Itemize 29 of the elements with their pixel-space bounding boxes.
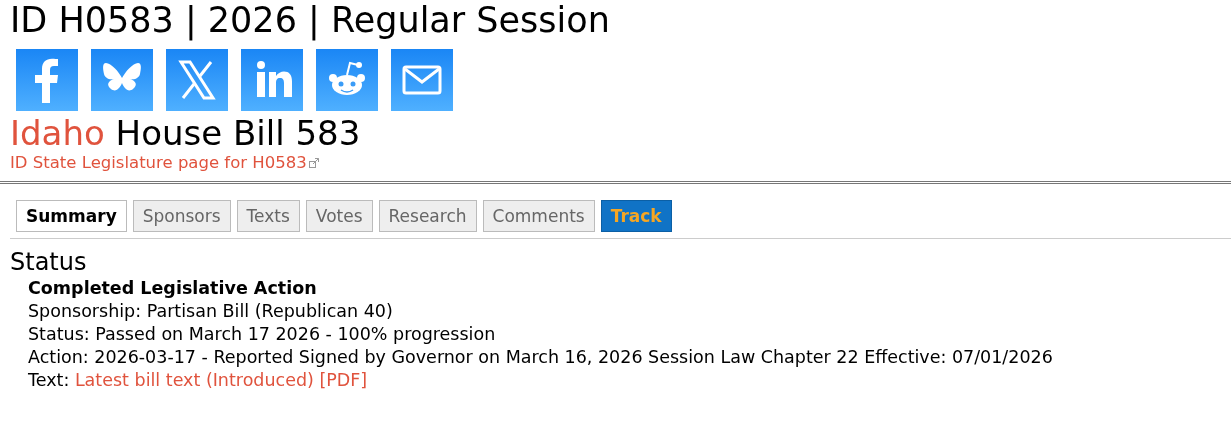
section-heading: Status (10, 247, 88, 277)
envelope-icon (402, 65, 442, 95)
text-label: Text: (28, 370, 70, 390)
butterfly-icon (103, 63, 141, 91)
share-button[interactable] (316, 49, 378, 111)
tab[interactable]: Sponsors (132, 200, 231, 232)
legislature-link[interactable]: ID State Legislature page for H0583 (10, 153, 307, 173)
tab[interactable]: Summary (16, 200, 127, 232)
status-line: Action: 2026-03-17 - Reported Signed by Governor on March 16, 2026 Session Law Chapter 22 Effective: 07/01/2026 (28, 346, 1054, 369)
status-line: Sponsorship: Partisan Bill (Republican 40) (28, 300, 394, 323)
tab[interactable]: Research (378, 200, 477, 232)
status-line: Status: Passed on March 17 2026 - 100% progression (28, 323, 497, 346)
share-button[interactable] (16, 49, 78, 111)
tab[interactable]: Comments (482, 200, 595, 232)
page-title: ID H0583 | 2026 | Regular Session (10, 0, 611, 40)
bill-text-link[interactable]: Latest bill text (Introduced) [PDF] (74, 370, 368, 390)
tab[interactable]: Votes (305, 200, 373, 232)
share-button[interactable] (391, 49, 453, 111)
share-button[interactable] (91, 49, 153, 111)
status-summary: Completed Legislative Action (28, 277, 318, 300)
share-button[interactable] (166, 49, 228, 111)
share-button[interactable] (241, 49, 303, 111)
letter-x-icon (178, 60, 216, 100)
letter-f-icon (35, 58, 58, 103)
bill-heading: Idaho House Bill 583 (10, 113, 362, 153)
letters-in-icon (257, 61, 292, 97)
alien-face-icon (329, 61, 365, 95)
tab[interactable]: Texts (236, 200, 300, 232)
external-link-icon (308, 158, 319, 168)
